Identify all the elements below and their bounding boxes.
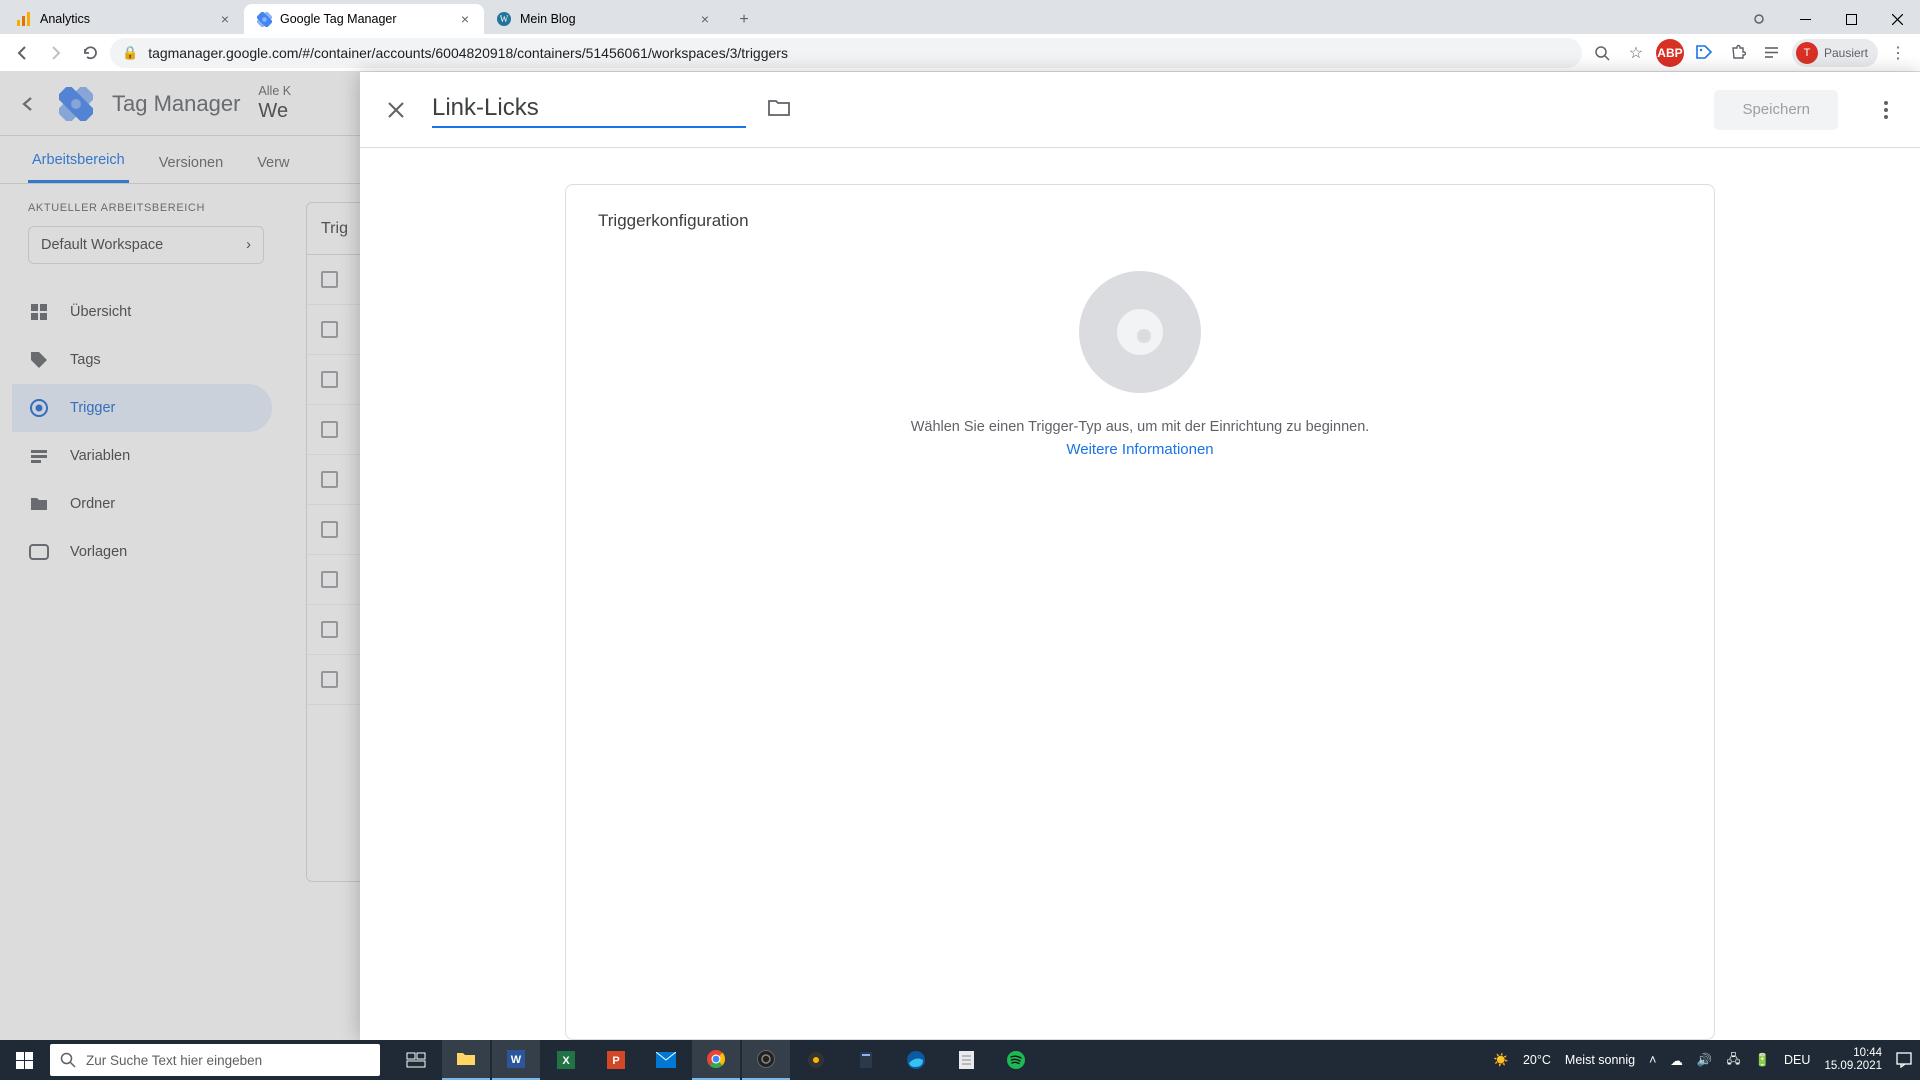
taskbar-search[interactable]: Zur Suche Text hier eingeben xyxy=(50,1044,380,1076)
windows-taskbar: Zur Suche Text hier eingeben W X P ☀️ 20… xyxy=(0,1040,1920,1080)
close-panel-button[interactable] xyxy=(382,96,410,124)
profile-status: Pausiert xyxy=(1824,46,1868,60)
profile-chip[interactable]: T Pausiert xyxy=(1792,39,1878,67)
system-tray: ☀️ 20°C Meist sonnig ˄ ☁ 🔊 🖧 🔋 DEU 10:44… xyxy=(1493,1047,1920,1073)
tab-analytics[interactable]: Analytics × xyxy=(4,4,244,34)
taskbar-app-spotify[interactable] xyxy=(992,1040,1040,1080)
reload-button[interactable] xyxy=(76,39,104,67)
tray-date: 15.09.2021 xyxy=(1824,1060,1882,1073)
tray-chevron-up-icon[interactable]: ˄ xyxy=(1649,1053,1656,1067)
gtm-icon xyxy=(256,11,272,27)
tab-blog[interactable]: W Mein Blog × xyxy=(484,4,724,34)
taskbar-app-powerpoint[interactable]: P xyxy=(592,1040,640,1080)
extensions-puzzle-icon[interactable] xyxy=(1724,39,1752,67)
trigger-name-input[interactable] xyxy=(432,92,746,128)
extension-tag-icon[interactable] xyxy=(1690,39,1718,67)
weather-label[interactable]: Meist sonnig xyxy=(1565,1053,1635,1067)
extension-abp-icon[interactable]: ABP xyxy=(1656,39,1684,67)
weather-temp[interactable]: 20°C xyxy=(1523,1053,1551,1067)
folder-outline-icon[interactable] xyxy=(768,99,790,121)
panel-menu-icon[interactable] xyxy=(1874,98,1898,122)
tray-notifications-icon[interactable] xyxy=(1896,1052,1912,1068)
svg-text:W: W xyxy=(500,14,509,24)
close-icon[interactable]: × xyxy=(458,12,472,26)
tray-battery-icon[interactable]: 🔋 xyxy=(1754,1053,1770,1068)
analytics-icon xyxy=(16,11,32,27)
weather-icon[interactable]: ☀️ xyxy=(1493,1053,1509,1068)
close-icon[interactable]: × xyxy=(698,12,712,26)
trigger-config-card[interactable]: Triggerkonfiguration Wählen Sie einen Tr… xyxy=(565,184,1715,1040)
back-button[interactable] xyxy=(8,39,36,67)
tray-onedrive-icon[interactable]: ☁ xyxy=(1670,1053,1683,1068)
svg-text:W: W xyxy=(511,1054,522,1066)
svg-text:X: X xyxy=(562,1055,570,1067)
tray-language[interactable]: DEU xyxy=(1784,1053,1810,1067)
panel-header: Speichern xyxy=(360,72,1920,148)
tray-clock[interactable]: 10:44 15.09.2021 xyxy=(1824,1047,1882,1073)
search-icon xyxy=(60,1052,76,1068)
svg-text:P: P xyxy=(612,1055,619,1067)
tray-network-icon[interactable]: 🖧 xyxy=(1727,1050,1741,1071)
learn-more-label: Weitere Informationen xyxy=(1066,441,1213,458)
tab-label: Analytics xyxy=(40,12,90,26)
bookmark-star-icon[interactable]: ☆ xyxy=(1622,39,1650,67)
taskbar-app-explorer[interactable] xyxy=(442,1040,490,1080)
taskbar-app-generic2[interactable] xyxy=(842,1040,890,1080)
start-button[interactable] xyxy=(0,1040,48,1080)
taskbar-app-obs[interactable] xyxy=(742,1040,790,1080)
reading-list-icon[interactable] xyxy=(1758,39,1786,67)
taskbar-app-mail[interactable] xyxy=(642,1040,690,1080)
close-window-button[interactable] xyxy=(1874,4,1920,34)
tab-gtm[interactable]: Google Tag Manager × xyxy=(244,4,484,34)
lock-icon: 🔒 xyxy=(122,45,138,61)
url-text: tagmanager.google.com/#/container/accoun… xyxy=(148,45,788,61)
tray-volume-icon[interactable]: 🔊 xyxy=(1697,1053,1713,1068)
trigger-editor-panel: Speichern Triggerkonfiguration Wählen Si… xyxy=(360,72,1920,1040)
taskbar-app-edge[interactable] xyxy=(892,1040,940,1080)
search-placeholder: Zur Suche Text hier eingeben xyxy=(86,1053,262,1068)
new-tab-button[interactable]: + xyxy=(730,6,758,34)
close-icon[interactable]: × xyxy=(218,12,232,26)
maximize-button[interactable] xyxy=(1828,4,1874,34)
save-button[interactable]: Speichern xyxy=(1714,90,1838,130)
config-hint-text: Wählen Sie einen Trigger-Typ aus, um mit… xyxy=(598,419,1682,435)
avatar: T xyxy=(1796,42,1818,64)
learn-more-link[interactable]: Weitere Informationen xyxy=(598,441,1682,458)
config-card-title: Triggerkonfiguration xyxy=(598,211,1682,231)
browser-toolbar: 🔒 tagmanager.google.com/#/container/acco… xyxy=(0,34,1920,72)
browser-tab-strip: Analytics × Google Tag Manager × W Mein … xyxy=(0,0,1920,34)
zoom-icon[interactable] xyxy=(1588,39,1616,67)
tray-time: 10:44 xyxy=(1824,1047,1882,1060)
address-bar[interactable]: 🔒 tagmanager.google.com/#/container/acco… xyxy=(110,38,1582,68)
save-button-label: Speichern xyxy=(1742,101,1810,118)
taskbar-app-chrome[interactable] xyxy=(692,1040,740,1080)
tab-label: Mein Blog xyxy=(520,12,576,26)
forward-button[interactable] xyxy=(42,39,70,67)
account-dot-icon[interactable] xyxy=(1736,4,1782,34)
wordpress-icon: W xyxy=(496,11,512,27)
browser-menu-icon[interactable]: ⋮ xyxy=(1884,39,1912,67)
taskbar-app-excel[interactable]: X xyxy=(542,1040,590,1080)
trigger-type-placeholder-icon xyxy=(1079,271,1201,393)
taskbar-app-notepad[interactable] xyxy=(942,1040,990,1080)
task-view-icon[interactable] xyxy=(392,1040,440,1080)
minimize-button[interactable] xyxy=(1782,4,1828,34)
taskbar-app-word[interactable]: W xyxy=(492,1040,540,1080)
taskbar-app-generic1[interactable] xyxy=(792,1040,840,1080)
window-controls xyxy=(1736,4,1920,34)
tab-label: Google Tag Manager xyxy=(280,12,397,26)
